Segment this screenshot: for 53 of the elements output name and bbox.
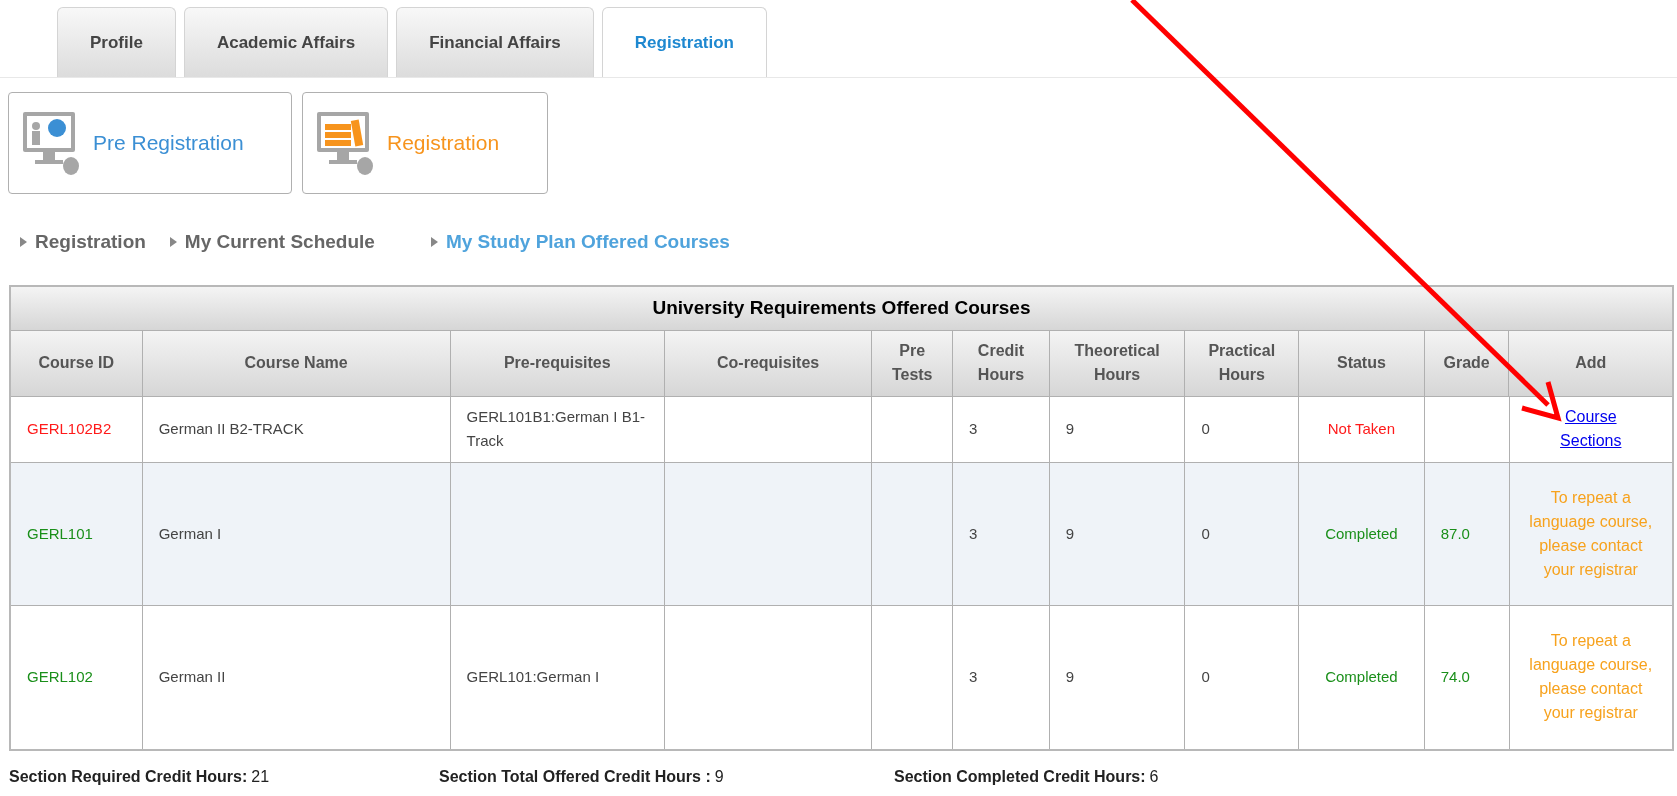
- table-cell-text: 9: [1065, 667, 1075, 687]
- table-cell-text: 87.0: [1440, 523, 1470, 544]
- column-header: Status: [1299, 330, 1425, 396]
- table-cell-text: Completed: [1325, 523, 1398, 544]
- nav-tab[interactable]: Registration: [601, 7, 767, 77]
- course-sections-link[interactable]: Course Sections: [1550, 405, 1631, 453]
- summary-label: Section Total Offered Credit Hours :: [439, 766, 711, 787]
- column-header: Theoretical Hours: [1049, 330, 1186, 396]
- table-cell-text: Not Taken: [1327, 419, 1396, 439]
- table-cell-text: 3: [969, 419, 978, 439]
- summary-label: Section Completed Credit Hours:: [894, 766, 1146, 787]
- caret-icon: [430, 237, 438, 248]
- table-cell-text: 3: [969, 667, 978, 687]
- table-cell-text: 9: [1065, 419, 1075, 439]
- table-cell-text: German I: [158, 523, 222, 544]
- summary-value: 6: [1149, 766, 1159, 787]
- table-cell-text: German II: [158, 667, 226, 687]
- table-cell-text: GERL102: [27, 667, 93, 687]
- column-header: Practical Hours: [1185, 330, 1300, 396]
- nav-tab[interactable]: Profile: [57, 7, 176, 77]
- summary-value: 21: [251, 766, 270, 787]
- column-header: Grade: [1424, 330, 1510, 396]
- caret-icon: [20, 237, 27, 248]
- nav-tab[interactable]: Academic Affairs: [183, 7, 389, 77]
- column-header: Co-requisites: [664, 330, 873, 396]
- table-cell-text: GERL101B1:German I B1- Track: [466, 407, 646, 451]
- summary-label: Section Required Credit Hours:: [9, 766, 248, 787]
- column-header: Course Name: [142, 330, 451, 396]
- nav-tab[interactable]: Financial Affairs: [396, 7, 594, 77]
- column-header: Pre Tests: [872, 330, 954, 396]
- table-cell-text: GERL101: [27, 523, 93, 544]
- table-cell-text: 0: [1201, 419, 1210, 439]
- repeat-course-note: To repeat a language course, please contact your registrar: [1528, 631, 1654, 723]
- table-title: University Requirements Offered Courses: [11, 286, 1672, 331]
- column-header: Add: [1574, 353, 1608, 373]
- column-header: Course ID: [11, 330, 143, 396]
- caret-icon: [169, 237, 177, 248]
- table-cell-text: 0: [1201, 667, 1210, 687]
- module-button[interactable]: Pre Registration: [8, 92, 292, 194]
- column-header: Credit Hours: [953, 330, 1050, 396]
- table-cell-text: Completed: [1325, 667, 1398, 687]
- breadcrumb-link[interactable]: Registration: [35, 228, 146, 257]
- table-cell-text: 74.0: [1440, 667, 1470, 687]
- column-header: Pre-requisites: [450, 330, 665, 396]
- repeat-course-note: To repeat a language course, please contact your registrar: [1528, 487, 1654, 580]
- table-cell-text: GERL102B2: [27, 419, 112, 439]
- table-cell-text: German II B2-TRACK: [158, 419, 304, 439]
- breadcrumb-link[interactable]: My Current Schedule: [184, 228, 375, 257]
- summary-value: 9: [714, 766, 724, 787]
- table-cell-text: GERL101:German I: [466, 667, 600, 687]
- table-cell-text: 9: [1065, 523, 1075, 544]
- table-cell-text: 3: [969, 523, 978, 544]
- table-cell-text: 0: [1201, 523, 1210, 544]
